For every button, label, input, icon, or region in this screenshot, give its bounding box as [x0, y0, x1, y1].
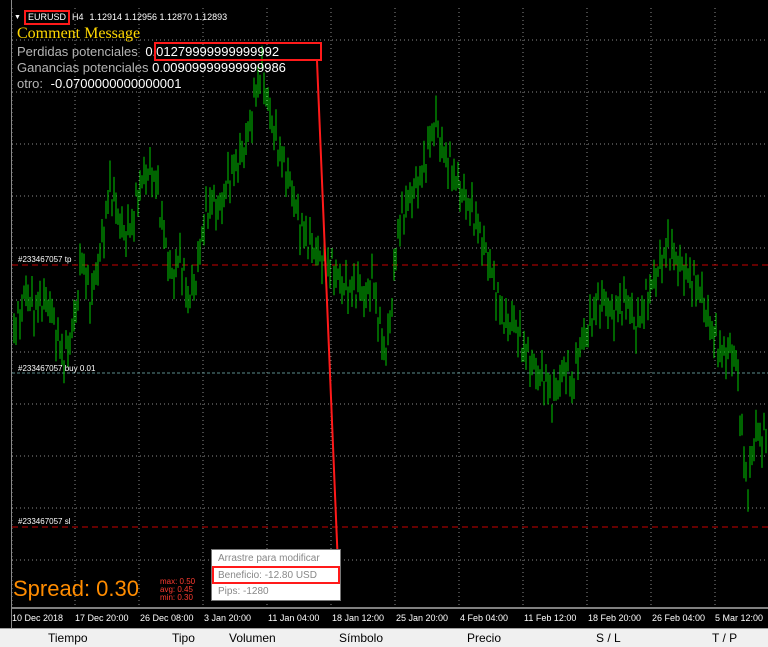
- timeframe-label: H4: [71, 12, 84, 22]
- col-simbolo[interactable]: Símbolo: [339, 631, 383, 645]
- buy-level-label[interactable]: #233467057 buy 0.01: [18, 364, 95, 373]
- price-chart[interactable]: [0, 0, 768, 628]
- tooltip-pips: Pips: -1280: [218, 586, 269, 597]
- time-label: 17 Dec 20:00: [75, 613, 129, 623]
- time-label: 10 Dec 2018: [12, 613, 64, 623]
- spread-min: min: 0.30: [160, 593, 193, 602]
- col-tiempo[interactable]: Tiempo: [48, 631, 88, 645]
- ganancias-line: Ganancias potenciales 0.0090999999999998…: [17, 60, 286, 75]
- chart-window[interactable]: ▼ EURUSD H4 1.12914 1.12956 1.12870 1.12…: [0, 0, 768, 628]
- time-axis: 10 Dec 2018 17 Dec 20:00 26 Dec 08:00 3 …: [0, 609, 768, 628]
- time-label: 11 Feb 12:00: [524, 613, 577, 623]
- symbol-label[interactable]: EURUSD: [23, 9, 70, 25]
- annotation-connector-line: [316, 60, 339, 567]
- comment-title: Comment Message: [17, 25, 141, 42]
- ganancias-label: Ganancias potenciales: [17, 60, 149, 75]
- ohlc-values: 1.12914 1.12956 1.12870 1.12893: [89, 12, 228, 22]
- spread-label: Spread: 0.30: [13, 576, 139, 601]
- col-sl[interactable]: S / L: [596, 631, 621, 645]
- otro-label: otro:: [17, 76, 44, 91]
- tooltip-drag-hint: Arrastre para modificar: [218, 553, 320, 564]
- col-tp[interactable]: T / P: [712, 631, 737, 645]
- spread-stats: max: 0.50 avg: 0.45 min: 0.30: [160, 578, 195, 602]
- chart-header: ▼ EURUSD H4 1.12914 1.12956 1.12870 1.12…: [14, 9, 228, 25]
- perdidas-highlight: [154, 42, 322, 61]
- col-precio[interactable]: Precio: [467, 631, 501, 645]
- profit-highlight: [212, 566, 340, 584]
- perdidas-label: Perdidas potenciales: [17, 44, 138, 59]
- otro-line: otro: -0.0700000000000001: [17, 76, 182, 91]
- dropdown-triangle-icon[interactable]: ▼: [14, 14, 21, 21]
- time-label: 18 Feb 20:00: [588, 613, 642, 623]
- time-label: 11 Jan 04:00: [268, 613, 320, 623]
- col-tipo[interactable]: Tipo: [172, 631, 195, 645]
- time-label: 18 Jan 12:00: [332, 613, 385, 623]
- time-label: 3 Jan 20:00: [204, 613, 252, 623]
- time-label: 25 Jan 20:00: [396, 613, 449, 623]
- tp-level-label[interactable]: #233467057 tp: [18, 255, 71, 264]
- time-label: 26 Feb 04:00: [652, 613, 706, 623]
- otro-value: -0.0700000000000001: [50, 76, 182, 91]
- time-label: 5 Mar 12:00: [715, 613, 764, 623]
- ganancias-value: 0.00909999999999986: [152, 60, 286, 75]
- time-label: 4 Feb 04:00: [460, 613, 509, 623]
- col-volumen[interactable]: Volumen: [229, 631, 276, 645]
- sl-level-label[interactable]: #233467057 sl: [18, 517, 71, 526]
- time-label: 26 Dec 08:00: [140, 613, 194, 623]
- terminal-column-header: Tiempo Tipo Volumen Símbolo Precio S / L…: [0, 628, 768, 647]
